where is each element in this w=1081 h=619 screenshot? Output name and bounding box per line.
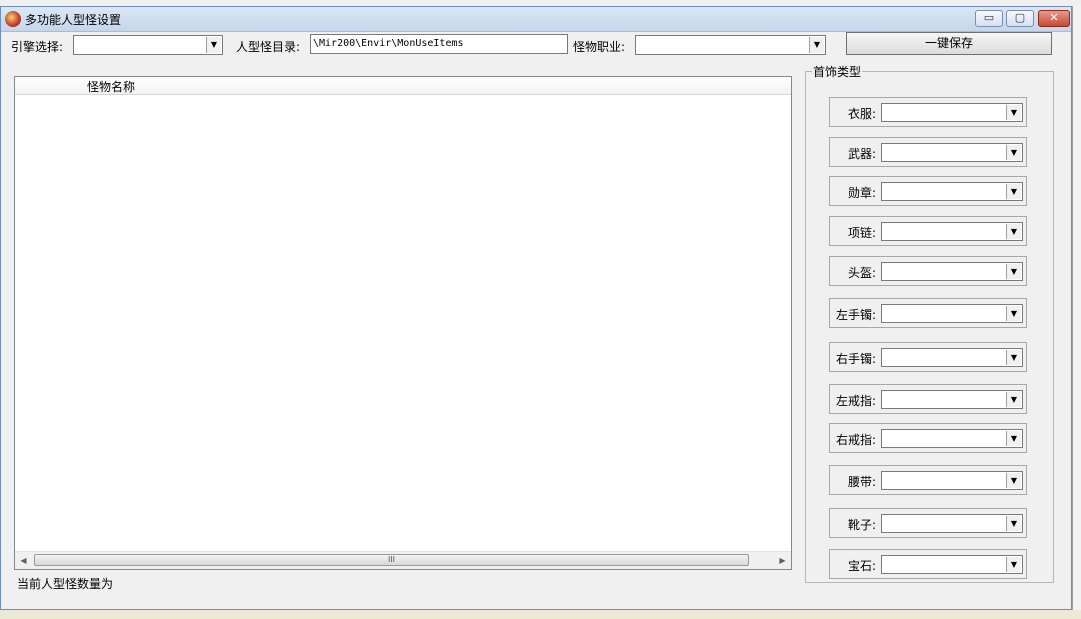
chevron-down-icon[interactable]: ▼: [1006, 184, 1021, 199]
jewelry-slot: 腰带: ▼: [829, 465, 1027, 495]
chevron-down-icon[interactable]: ▼: [1006, 557, 1021, 572]
jewelry-slot-label: 勋章:: [847, 186, 876, 200]
scrollbar-thumb[interactable]: III: [34, 554, 749, 566]
app-icon: [5, 11, 21, 27]
jewelry-slot-select[interactable]: ▼: [881, 304, 1023, 323]
chevron-down-icon[interactable]: ▼: [1006, 516, 1021, 531]
chevron-down-icon[interactable]: ▼: [1006, 306, 1021, 321]
jewelry-slot: 靴子: ▼: [829, 508, 1027, 538]
jewelry-slot-label: 武器:: [847, 147, 876, 161]
chevron-down-icon[interactable]: ▼: [1006, 145, 1021, 160]
monster-dir-input[interactable]: \Mir200\Envir\MonUseItems: [310, 34, 568, 54]
jewelry-slot-label: 腰带:: [847, 475, 876, 489]
close-button[interactable]: ✕: [1038, 10, 1070, 27]
monster-list[interactable]: 怪物名称 ◀ III ▶: [14, 76, 792, 570]
jewelry-slot-select[interactable]: ▼: [881, 348, 1023, 367]
status-text: 当前人型怪数量为: [17, 577, 114, 591]
arrow-left-icon[interactable]: ◀: [15, 552, 32, 569]
chevron-down-icon[interactable]: ▼: [809, 37, 824, 53]
save-all-button[interactable]: 一键保存: [846, 32, 1052, 55]
jewelry-slot-label: 头盔:: [847, 266, 876, 280]
jewelry-slot-select[interactable]: ▼: [881, 390, 1023, 409]
engine-select[interactable]: ▼: [73, 35, 223, 55]
chevron-down-icon[interactable]: ▼: [1006, 473, 1021, 488]
engine-select-label: 引擎选择:: [11, 40, 64, 54]
jewelry-slot-label: 左戒指:: [835, 394, 876, 408]
background-window-edge: [1072, 6, 1081, 610]
jewelry-slot-select[interactable]: ▼: [881, 103, 1023, 122]
jewelry-slot-select[interactable]: ▼: [881, 514, 1023, 533]
jewelry-group-title: 首饰类型: [812, 63, 863, 80]
monster-job-label: 怪物职业:: [573, 40, 626, 54]
jewelry-slot: 勋章: ▼: [829, 176, 1027, 206]
chevron-down-icon[interactable]: ▼: [1006, 224, 1021, 239]
jewelry-slot: 衣服: ▼: [829, 97, 1027, 127]
minimize-button[interactable]: ▭: [975, 10, 1003, 27]
chevron-down-icon[interactable]: ▼: [1006, 392, 1021, 407]
chevron-down-icon[interactable]: ▼: [1006, 350, 1021, 365]
jewelry-slot: 右手镯: ▼: [829, 342, 1027, 372]
jewelry-slot-label: 左手镯:: [835, 308, 876, 322]
monster-job-select[interactable]: ▼: [635, 35, 826, 55]
jewelry-slot-select[interactable]: ▼: [881, 471, 1023, 490]
jewelry-slot-select[interactable]: ▼: [881, 555, 1023, 574]
jewelry-slot-label: 右戒指:: [835, 433, 876, 447]
jewelry-slot-label: 右手镯:: [835, 352, 876, 366]
jewelry-slot-select[interactable]: ▼: [881, 429, 1023, 448]
maximize-button[interactable]: ▢: [1006, 10, 1034, 27]
jewelry-slot-select[interactable]: ▼: [881, 143, 1023, 162]
title-bar[interactable]: 多功能人型怪设置 ▭ ▢ ✕: [1, 7, 1071, 32]
chevron-down-icon[interactable]: ▼: [1006, 264, 1021, 279]
chevron-down-icon[interactable]: ▼: [1006, 431, 1021, 446]
arrow-right-icon[interactable]: ▶: [774, 552, 791, 569]
jewelry-slot: 武器: ▼: [829, 137, 1027, 167]
window-title: 多功能人型怪设置: [25, 13, 122, 27]
chevron-down-icon[interactable]: ▼: [1006, 105, 1021, 120]
monster-dir-label: 人型怪目录:: [236, 40, 301, 54]
jewelry-slot: 左戒指: ▼: [829, 384, 1027, 414]
jewelry-slot-select[interactable]: ▼: [881, 262, 1023, 281]
jewelry-slot-select[interactable]: ▼: [881, 222, 1023, 241]
jewelry-slot-label: 项链:: [847, 226, 876, 240]
jewelry-slot: 宝石: ▼: [829, 549, 1027, 579]
jewelry-slot: 项链: ▼: [829, 216, 1027, 246]
horizontal-scrollbar[interactable]: ◀ III ▶: [15, 551, 791, 569]
list-header[interactable]: 怪物名称: [15, 77, 791, 95]
column-monster-name[interactable]: 怪物名称: [87, 78, 135, 95]
jewelry-slot: 头盔: ▼: [829, 256, 1027, 286]
jewelry-slot: 左手镯: ▼: [829, 298, 1027, 328]
jewelry-slot-label: 靴子:: [847, 518, 876, 532]
jewelry-slot-label: 宝石:: [847, 559, 876, 573]
jewelry-slot: 右戒指: ▼: [829, 423, 1027, 453]
jewelry-slot-label: 衣服:: [847, 107, 876, 121]
chevron-down-icon[interactable]: ▼: [206, 37, 221, 53]
jewelry-slot-select[interactable]: ▼: [881, 182, 1023, 201]
